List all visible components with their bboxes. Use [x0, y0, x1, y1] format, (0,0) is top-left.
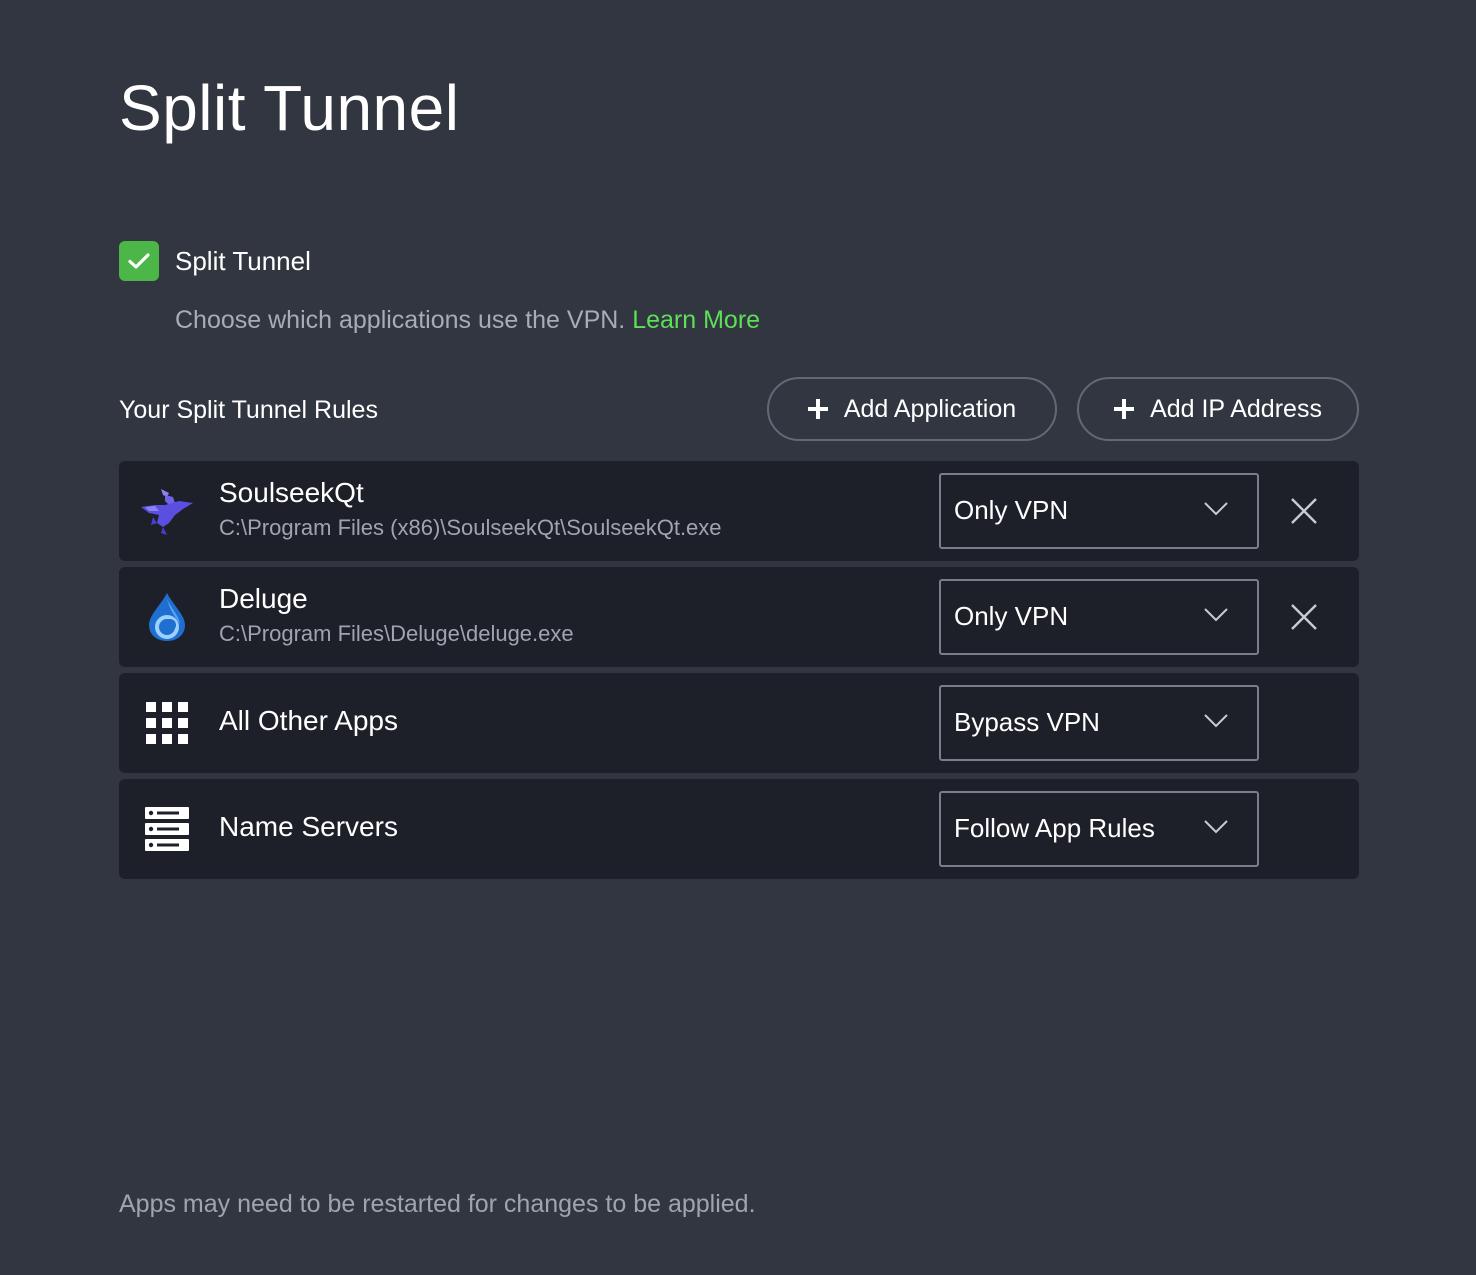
- remove-rule-button[interactable]: [1284, 597, 1324, 637]
- split-tunnel-toggle-row: Split Tunnel: [119, 241, 311, 281]
- rule-app-name: Deluge: [219, 583, 308, 614]
- rule-mode-value: Bypass VPN: [954, 707, 1100, 737]
- add-ip-address-button[interactable]: Add IP Address: [1077, 377, 1359, 441]
- add-application-button[interactable]: Add Application: [767, 377, 1057, 441]
- rule-app-name: All Other Apps: [219, 705, 398, 736]
- rule-mode-value: Only VPN: [954, 495, 1069, 525]
- close-icon: [1291, 498, 1317, 524]
- rule-row-deluge: Deluge C:\Program Files\Deluge\deluge.ex…: [119, 567, 1359, 667]
- rule-mode-value: Follow App Rules: [954, 813, 1155, 843]
- close-icon: [1291, 604, 1317, 630]
- rule-mode-value: Only VPN: [954, 601, 1069, 631]
- page-title: Split Tunnel: [119, 72, 460, 144]
- rule-mode-select[interactable]: Follow App Rules: [939, 791, 1259, 867]
- description-text: Choose which applications use the VPN.: [175, 306, 626, 334]
- add-ip-address-label: Add IP Address: [1150, 394, 1322, 423]
- split-tunnel-checkbox[interactable]: [119, 241, 159, 281]
- rule-row-name-servers: Name Servers Follow App Rules: [119, 779, 1359, 879]
- split-tunnel-label: Split Tunnel: [175, 245, 311, 276]
- chevron-down-icon: [1204, 502, 1228, 516]
- rule-mode-select[interactable]: Bypass VPN: [939, 685, 1259, 761]
- server-rack-icon: [139, 801, 195, 857]
- remove-rule-button[interactable]: [1284, 491, 1324, 531]
- checkmark-icon: [128, 253, 150, 269]
- rule-mode-select[interactable]: Only VPN: [939, 579, 1259, 655]
- add-application-label: Add Application: [843, 394, 1017, 423]
- plus-icon: [1114, 399, 1135, 419]
- rule-app-path: C:\Program Files\Deluge\deluge.exe: [219, 621, 574, 646]
- rule-row-soulseekqt: SoulseekQt C:\Program Files (x86)\Soulse…: [119, 461, 1359, 561]
- restart-notice: Apps may need to be restarted for change…: [119, 1190, 756, 1218]
- rule-mode-select[interactable]: Only VPN: [939, 473, 1259, 549]
- rule-app-name: SoulseekQt: [219, 477, 364, 508]
- chevron-down-icon: [1204, 820, 1228, 834]
- chevron-down-icon: [1204, 714, 1228, 728]
- rule-app-path: C:\Program Files (x86)\SoulseekQt\Soulse…: [219, 515, 722, 540]
- soulseek-bird-icon: [139, 483, 195, 539]
- rules-heading: Your Split Tunnel Rules: [119, 396, 378, 424]
- deluge-drop-icon: [139, 589, 195, 645]
- learn-more-link[interactable]: Learn More: [632, 306, 760, 334]
- plus-icon: [807, 399, 828, 419]
- rule-row-all-other-apps: All Other Apps Bypass VPN: [119, 673, 1359, 773]
- rule-app-name: Name Servers: [219, 811, 398, 842]
- split-tunnel-description: Choose which applications use the VPN. L…: [175, 304, 760, 336]
- chevron-down-icon: [1204, 608, 1228, 622]
- app-grid-icon: [139, 695, 195, 751]
